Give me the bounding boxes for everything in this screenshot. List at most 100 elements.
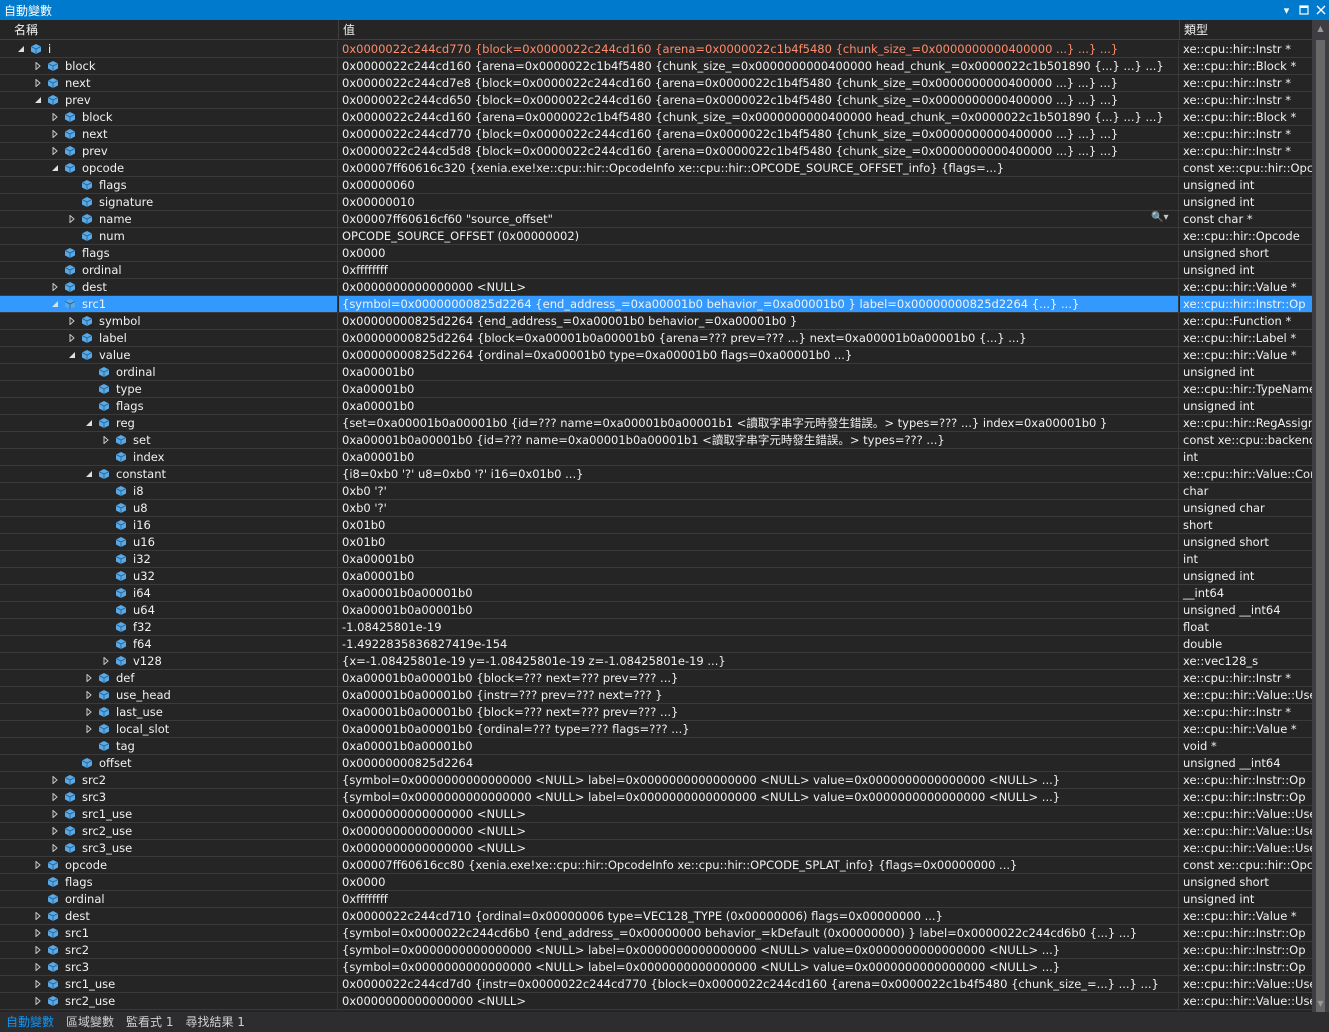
text-visualizer-search-icon[interactable]: 🔍▾ xyxy=(1151,212,1168,223)
row-name-cell[interactable]: i16 xyxy=(0,517,338,533)
tree-row[interactable]: block 0x0000022c244cd160 {arena=0x0000022… xyxy=(0,109,1312,126)
row-name-cell[interactable]: label xyxy=(0,330,338,346)
tree-row[interactable]: i8 0xb0 '?' char xyxy=(0,483,1312,500)
tree-row[interactable]: set 0xa00001b0a00001b0 {id=??? name=0xa00… xyxy=(0,432,1312,449)
row-value[interactable]: {symbol=0x0000000000000000 <NULL> label=… xyxy=(339,772,1179,788)
row-name-cell[interactable]: f32 xyxy=(0,619,338,635)
row-value[interactable]: 0xa00001b0a00001b0 xyxy=(339,738,1179,754)
row-value[interactable]: 0xa00001b0a00001b0 {id=??? name=0xa00001… xyxy=(339,432,1179,448)
tree-row[interactable]: flags 0x0000 unsigned short xyxy=(0,245,1312,262)
expand-arrow-icon[interactable] xyxy=(83,687,95,703)
tree-row[interactable]: signature 0x00000010 unsigned int xyxy=(0,194,1312,211)
row-value[interactable]: 0x00007ff60616c320 {xenia.exe!xe::cpu::h… xyxy=(339,160,1179,176)
tab-locals[interactable]: 區域變數 xyxy=(60,1012,120,1032)
expand-arrow-icon[interactable] xyxy=(49,143,61,159)
row-value[interactable]: 0x0000022c244cd770 {block=0x0000022c244c… xyxy=(339,126,1179,142)
row-value[interactable]: 0xa00001b0a00001b0 {block=??? next=??? p… xyxy=(339,704,1179,720)
collapse-arrow-icon[interactable] xyxy=(83,466,95,482)
row-value[interactable]: 0xa00001b0 xyxy=(339,398,1179,414)
tree-row[interactable]: ordinal 0xffffffff unsigned int xyxy=(0,262,1312,279)
tree-row[interactable]: f64 -1.4922835836827419e-154 double xyxy=(0,636,1312,653)
row-value[interactable]: 0x0000022c244cd650 {block=0x0000022c244c… xyxy=(339,92,1179,108)
row-name-cell[interactable]: i64 xyxy=(0,585,338,601)
tree-row[interactable]: ordinal 0xa00001b0 unsigned int xyxy=(0,364,1312,381)
row-name-cell[interactable]: opcode xyxy=(0,857,338,873)
expand-arrow-icon[interactable] xyxy=(66,211,78,227)
expand-arrow-icon[interactable] xyxy=(32,925,44,941)
expand-arrow-icon[interactable] xyxy=(100,653,112,669)
row-value[interactable]: 0x00000060 xyxy=(339,177,1179,193)
expand-arrow-icon[interactable] xyxy=(49,772,61,788)
restore-button[interactable] xyxy=(1295,0,1312,20)
collapse-arrow-icon[interactable] xyxy=(83,415,95,431)
tree-row[interactable]: type 0xa00001b0 xe::cpu::hir::TypeName xyxy=(0,381,1312,398)
row-value[interactable]: 0xffffffff xyxy=(339,891,1179,907)
tree-row[interactable]: f32 -1.08425801e-19 float xyxy=(0,619,1312,636)
row-name-cell[interactable]: block xyxy=(0,109,338,125)
row-name-cell[interactable]: src2 xyxy=(0,942,338,958)
tree-row[interactable]: next 0x0000022c244cd770 {block=0x0000022c… xyxy=(0,126,1312,143)
row-value[interactable]: 0x0000000000000000 <NULL> xyxy=(339,806,1179,822)
row-value[interactable]: 0xb0 '?' xyxy=(339,500,1179,516)
row-value[interactable]: 0x0000022c244cd7e8 {block=0x0000022c244c… xyxy=(339,75,1179,91)
row-name-cell[interactable]: prev xyxy=(0,92,338,108)
tree-row[interactable]: opcode 0x00007ff60616c320 {xenia.exe!xe::… xyxy=(0,160,1312,177)
row-name-cell[interactable]: set xyxy=(0,432,338,448)
row-value[interactable]: 0xa00001b0a00001b0 {block=??? next=??? p… xyxy=(339,670,1179,686)
tree-row[interactable]: prev 0x0000022c244cd5d8 {block=0x0000022c… xyxy=(0,143,1312,160)
tree-row[interactable]: i64 0xa00001b0a00001b0 __int64 xyxy=(0,585,1312,602)
row-value[interactable]: 0xa00001b0 xyxy=(339,381,1179,397)
expand-arrow-icon[interactable] xyxy=(32,976,44,992)
tree-row[interactable]: src2_use 0x0000000000000000 <NULL> xe::cpu… xyxy=(0,993,1312,1010)
row-value[interactable]: {x=-1.08425801e-19 y=-1.08425801e-19 z=-… xyxy=(339,653,1179,669)
row-value[interactable]: 0x0000 xyxy=(339,245,1179,261)
expand-arrow-icon[interactable] xyxy=(83,670,95,686)
row-value[interactable]: {i8=0xb0 '?' u8=0xb0 '?' i16=0x01b0 ...} xyxy=(339,466,1179,482)
expand-arrow-icon[interactable] xyxy=(32,959,44,975)
row-name-cell[interactable]: signature xyxy=(0,194,338,210)
tree-row[interactable]: symbol 0x00000000825d2264 {end_address_=0… xyxy=(0,313,1312,330)
tree-row[interactable]: flags 0x0000 unsigned short xyxy=(0,874,1312,891)
tree-row[interactable]: flags 0x00000060 unsigned int xyxy=(0,177,1312,194)
tree-row[interactable]: u64 0xa00001b0a00001b0 unsigned __int64 xyxy=(0,602,1312,619)
scrollbar-thumb[interactable] xyxy=(1316,40,1325,1012)
row-name-cell[interactable]: flags xyxy=(0,177,338,193)
row-value[interactable]: 0xa00001b0a00001b0 {ordinal=??? type=???… xyxy=(339,721,1179,737)
expand-arrow-icon[interactable] xyxy=(49,279,61,295)
expand-arrow-icon[interactable] xyxy=(49,126,61,142)
tree-row[interactable]: label 0x00000000825d2264 {block=0xa00001b… xyxy=(0,330,1312,347)
row-name-cell[interactable]: opcode xyxy=(0,160,338,176)
tree-row[interactable]: constant {i8=0xb0 '?' u8=0xb0 '?' i16=0x0… xyxy=(0,466,1312,483)
row-value[interactable]: 0xa00001b0a00001b0 xyxy=(339,602,1179,618)
row-value[interactable]: 0x00000000825d2264 {end_address_=0xa0000… xyxy=(339,313,1179,329)
tree-row[interactable]: use_head 0xa00001b0a00001b0 {instr=??? pr… xyxy=(0,687,1312,704)
row-name-cell[interactable]: reg xyxy=(0,415,338,431)
expand-arrow-icon[interactable] xyxy=(32,993,44,1009)
collapse-arrow-icon[interactable] xyxy=(49,296,61,312)
expand-arrow-icon[interactable] xyxy=(32,857,44,873)
row-value[interactable]: {symbol=0x0000000000000000 <NULL> label=… xyxy=(339,959,1179,975)
row-name-cell[interactable]: symbol xyxy=(0,313,338,329)
row-name-cell[interactable]: use_head xyxy=(0,687,338,703)
row-value[interactable]: 0x0000022c244cd160 {arena=0x0000022c1b4f… xyxy=(339,58,1179,74)
row-value[interactable]: 0x00007ff60616cc80 {xenia.exe!xe::cpu::h… xyxy=(339,857,1179,873)
row-value[interactable]: -1.4922835836827419e-154 xyxy=(339,636,1179,652)
tree-row[interactable]: src1 {symbol=0x00000000825d2264 {end_addr… xyxy=(0,296,1312,313)
tree-row[interactable]: ordinal 0xffffffff unsigned int xyxy=(0,891,1312,908)
row-name-cell[interactable]: ordinal xyxy=(0,891,338,907)
vertical-scrollbar[interactable]: ▲ ▼ xyxy=(1312,20,1329,1012)
expand-arrow-icon[interactable] xyxy=(32,75,44,91)
row-value[interactable]: 0x00000000825d2264 {ordinal=0xa00001b0 t… xyxy=(339,347,1179,363)
window-menu-dropdown-button[interactable]: ▾ xyxy=(1278,0,1295,20)
row-value[interactable]: 0xb0 '?' xyxy=(339,483,1179,499)
tree-row[interactable]: src2 {symbol=0x0000000000000000 <NULL> la… xyxy=(0,772,1312,789)
expand-arrow-icon[interactable] xyxy=(66,313,78,329)
row-value[interactable]: 0xffffffff xyxy=(339,262,1179,278)
row-value[interactable]: 0x01b0 xyxy=(339,517,1179,533)
row-value[interactable]: {symbol=0x00000000825d2264 {end_address_… xyxy=(339,296,1179,312)
tree-row[interactable]: flags 0xa00001b0 unsigned int xyxy=(0,398,1312,415)
row-name-cell[interactable]: f64 xyxy=(0,636,338,652)
tree-row[interactable]: dest 0x0000022c244cd710 {ordinal=0x000000… xyxy=(0,908,1312,925)
row-value[interactable]: {set=0xa00001b0a00001b0 {id=??? name=0xa… xyxy=(339,415,1179,431)
row-name-cell[interactable]: v128 xyxy=(0,653,338,669)
